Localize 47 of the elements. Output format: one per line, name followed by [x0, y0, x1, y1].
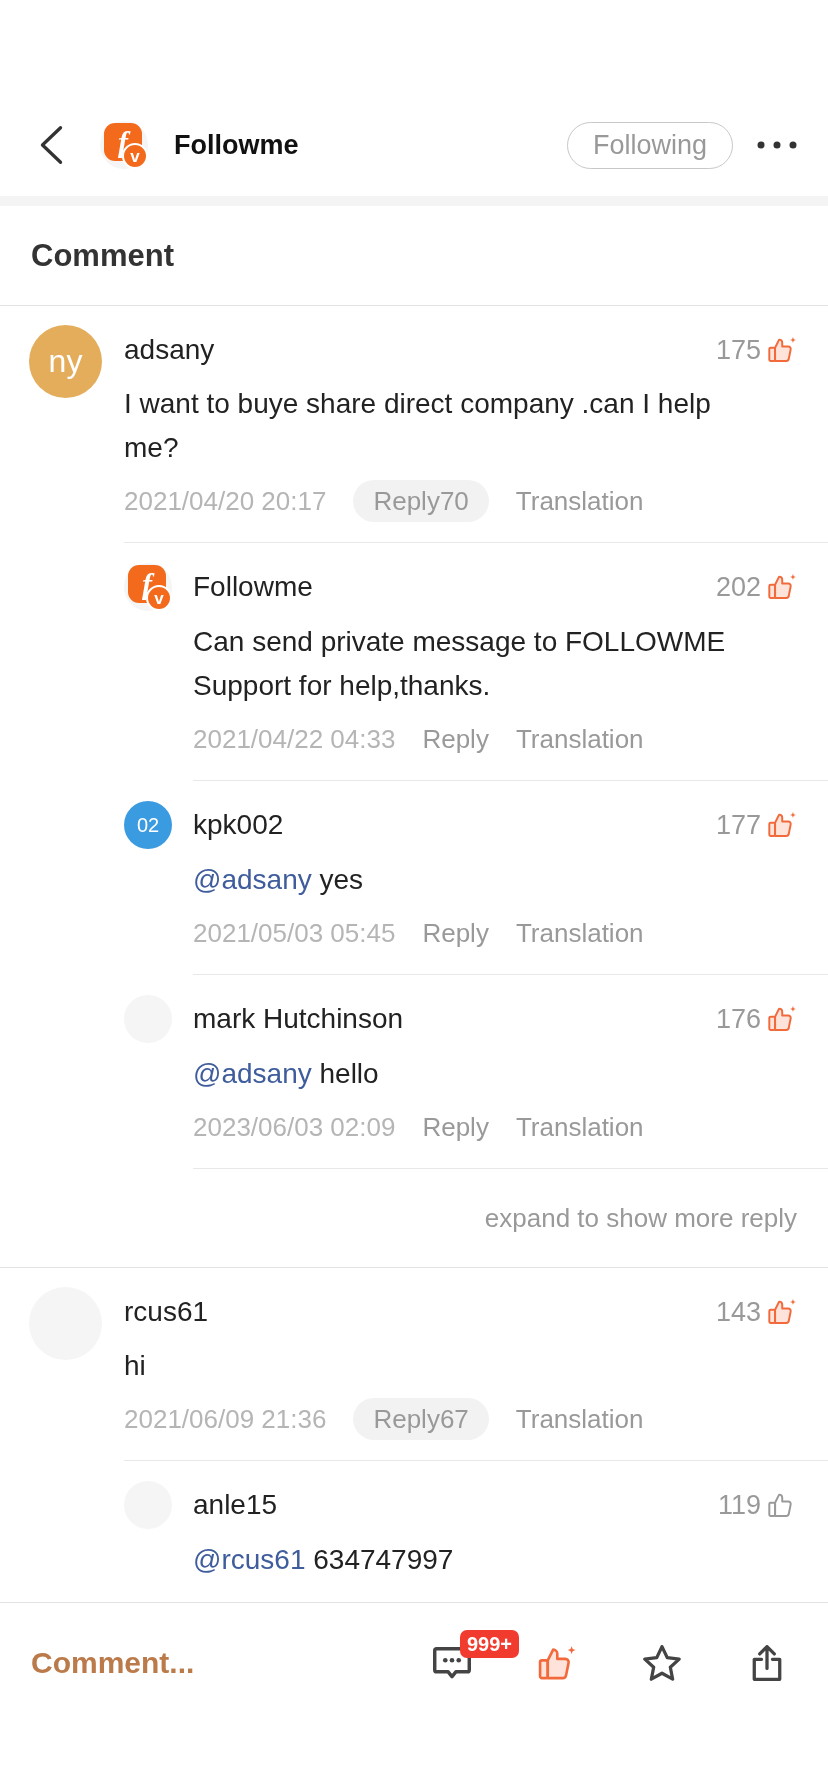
comment-text: Can send private message to FOLLOWME Support for help,thanks.: [193, 625, 727, 703]
back-icon: [39, 125, 63, 165]
reply-button[interactable]: Reply67: [353, 1398, 489, 1440]
section-title: Comment: [0, 206, 828, 306]
translation-button[interactable]: Translation: [515, 912, 644, 954]
more-icon: [757, 141, 797, 149]
author-name: kpk002: [193, 808, 284, 842]
reply-button[interactable]: Reply: [422, 718, 489, 760]
count-badge: 999+: [460, 1630, 520, 1658]
timestamp: 2021/05/03 05:45: [193, 917, 396, 949]
reply-button[interactable]: Reply: [422, 912, 489, 954]
follow-button[interactable]: Following: [566, 121, 733, 169]
page-title: Followme: [174, 129, 299, 161]
like-button[interactable]: 175: [715, 332, 797, 368]
timestamp: 2023/06/03 02:09: [193, 1111, 396, 1143]
timestamp: 2021/04/20 20:17: [124, 485, 327, 517]
author-name: anle15: [193, 1488, 278, 1522]
like-button[interactable]: 176: [715, 1001, 797, 1037]
avatar[interactable]: ny: [29, 325, 102, 398]
comment-text: hi: [124, 1349, 146, 1383]
translation-button[interactable]: Translation: [515, 1398, 644, 1440]
comment-text: I want to buye share direct company .can I help me?: [124, 387, 712, 465]
author-name: Followme: [193, 570, 313, 604]
comment-text: @adsany hello: [193, 1057, 379, 1091]
expand-replies-link[interactable]: expand to show more reply: [484, 1202, 797, 1234]
comment-text: @rcus61 634747997: [193, 1543, 454, 1577]
mention-link[interactable]: @adsany: [193, 864, 312, 895]
translation-button[interactable]: Translation: [515, 718, 644, 760]
author-name: mark Hutchinson: [193, 1002, 404, 1036]
like-button[interactable]: 202: [715, 569, 797, 605]
timestamp: 2021/06/09 21:36: [124, 1403, 327, 1435]
translation-button[interactable]: Translation: [515, 480, 644, 522]
author-name: adsany: [124, 333, 215, 367]
like-button[interactable]: 119: [717, 1487, 797, 1523]
avatar[interactable]: 02: [124, 801, 172, 849]
mention-link[interactable]: @adsany: [193, 1058, 312, 1089]
reply-button[interactable]: Reply: [422, 1106, 489, 1148]
timestamp: 2021/04/22 04:33: [193, 723, 396, 755]
author-name: rcus61: [124, 1295, 209, 1329]
comment-input[interactable]: Comment...: [31, 1641, 430, 1685]
reply-button[interactable]: Reply70: [353, 480, 489, 522]
comment-text: @adsany yes: [193, 863, 364, 897]
like-button[interactable]: 177: [715, 807, 797, 843]
translation-button[interactable]: Translation: [515, 1106, 644, 1148]
back-button[interactable]: [38, 123, 64, 167]
like-button[interactable]: 143: [715, 1294, 797, 1330]
mention-link[interactable]: @rcus61: [193, 1544, 306, 1575]
